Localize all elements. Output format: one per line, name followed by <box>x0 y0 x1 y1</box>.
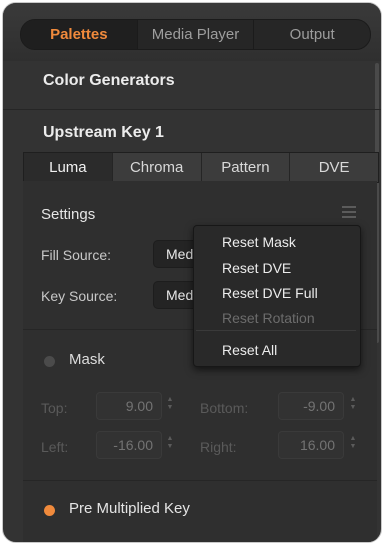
mask-radio[interactable] <box>44 356 55 367</box>
mask-top-value: 9.00 <box>125 398 153 414</box>
pre-multiplied-radio[interactable] <box>44 505 55 516</box>
mask-label: Mask <box>69 351 105 368</box>
key-source-label: Key Source: <box>41 288 118 304</box>
fill-source-label: Fill Source: <box>41 247 112 263</box>
tab-palettes[interactable]: Palettes <box>21 20 137 49</box>
mask-bottom-label: Bottom: <box>200 400 249 416</box>
fill-source-value: Med <box>166 246 194 262</box>
mask-top-label: Top: <box>41 400 68 416</box>
mask-bottom-value: -9.00 <box>303 398 335 414</box>
mask-right-label: Right: <box>200 439 237 455</box>
mask-left-value: -16.00 <box>113 437 153 453</box>
top-bar: Palettes Media Player Output <box>3 3 381 61</box>
mask-left-stepper[interactable]: ▲ ▼ <box>165 435 175 455</box>
context-menu: Reset Mask Reset DVE Reset DVE Full Rese… <box>193 225 361 367</box>
top-tabs: Palettes Media Player Output <box>20 19 371 50</box>
section-color-generators[interactable]: Color Generators <box>43 72 175 90</box>
divider <box>3 109 381 110</box>
mask-right-field[interactable]: 16.00 <box>278 431 344 459</box>
pre-multiplied-label: Pre Multiplied Key <box>69 500 190 517</box>
tab-pattern[interactable]: Pattern <box>200 153 290 182</box>
tab-dve[interactable]: DVE <box>289 153 378 182</box>
mask-right-stepper[interactable]: ▲ ▼ <box>348 435 358 455</box>
key-source-value: Med <box>166 287 194 303</box>
menu-separator <box>196 330 356 331</box>
menu-reset-dve-full[interactable]: Reset DVE Full <box>222 285 318 301</box>
menu-icon[interactable] <box>342 206 356 221</box>
tab-chroma[interactable]: Chroma <box>111 153 201 182</box>
menu-reset-mask[interactable]: Reset Mask <box>222 234 296 250</box>
mask-top-stepper[interactable]: ▲ ▼ <box>165 396 175 416</box>
menu-reset-all[interactable]: Reset All <box>222 342 277 358</box>
settings-title: Settings <box>41 206 96 223</box>
tab-luma[interactable]: Luma <box>24 153 112 182</box>
menu-reset-dve[interactable]: Reset DVE <box>222 260 291 276</box>
mask-bottom-stepper[interactable]: ▲ ▼ <box>348 396 358 416</box>
mask-top-field[interactable]: 9.00 <box>96 392 162 420</box>
menu-reset-rotation: Reset Rotation <box>222 310 315 326</box>
mask-left-field[interactable]: -16.00 <box>96 431 162 459</box>
key-type-tabs: Luma Chroma Pattern DVE <box>23 152 379 183</box>
section-upstream-key[interactable]: Upstream Key 1 <box>43 124 164 142</box>
mask-bottom-field[interactable]: -9.00 <box>278 392 344 420</box>
divider <box>23 480 377 481</box>
app-window: Palettes Media Player Output Color Gener… <box>2 2 382 543</box>
tab-output[interactable]: Output <box>253 20 370 49</box>
mask-right-value: 16.00 <box>299 437 335 453</box>
mask-left-label: Left: <box>41 439 69 455</box>
tab-media-player[interactable]: Media Player <box>136 20 254 49</box>
